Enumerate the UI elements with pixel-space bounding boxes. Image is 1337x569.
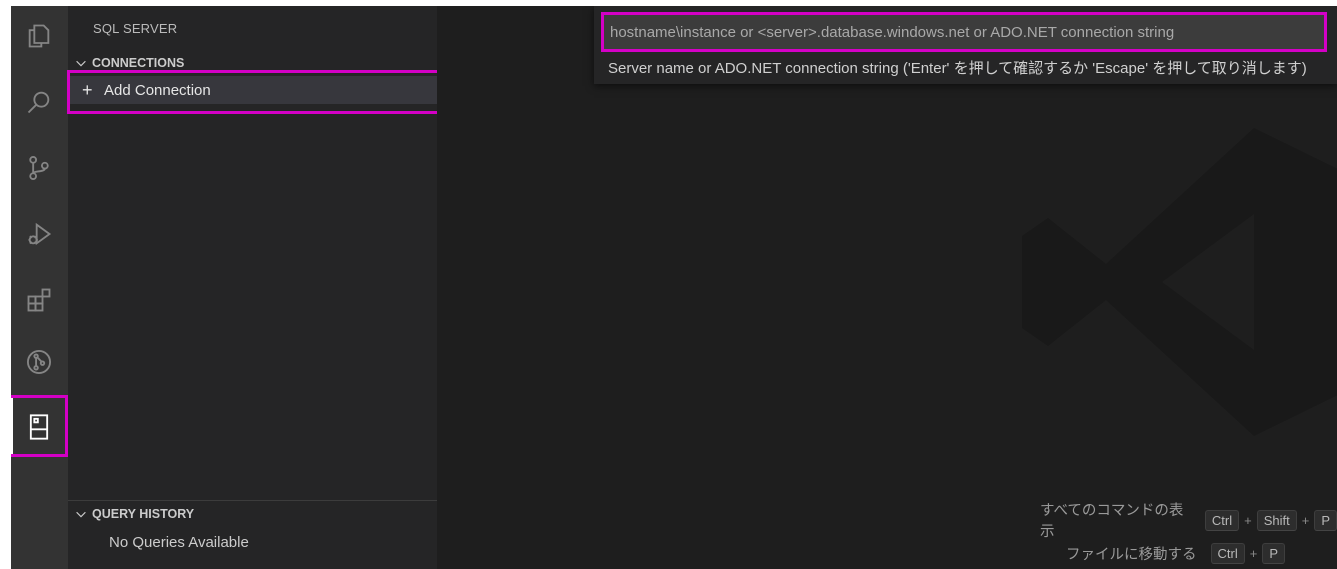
key-shift: Shift: [1256, 509, 1297, 531]
no-queries-message: No Queries Available: [109, 534, 249, 551]
shortcut-show-all-commands: すべてのコマンドの表示 Ctrl + Shift + P: [1040, 499, 1337, 541]
quick-input-widget: Server name or ADO.NET connection string…: [594, 6, 1337, 84]
section-divider: [68, 500, 437, 501]
query-history-header-label: QUERY HISTORY: [92, 507, 195, 521]
run-debug-icon[interactable]: [19, 214, 59, 254]
git-graph-icon[interactable]: [19, 342, 59, 382]
chevron-down-icon: [74, 56, 88, 70]
connections-section-header[interactable]: CONNECTIONS: [74, 56, 184, 70]
key-p: P: [1314, 509, 1337, 531]
vscode-window: SQL SERVER CONNECTIONS + Add Connection …: [11, 6, 1337, 569]
sidebar: SQL SERVER CONNECTIONS + Add Connection …: [67, 6, 443, 569]
search-icon[interactable]: [19, 82, 59, 122]
activity-bar: [11, 6, 68, 569]
vscode-logo-watermark: [1022, 128, 1337, 436]
key-plus: +: [1301, 512, 1310, 528]
add-connection-highlight: [67, 70, 443, 114]
explorer-icon[interactable]: [19, 16, 59, 56]
sql-server-icon-highlight: [11, 395, 68, 457]
chevron-down-icon: [74, 507, 88, 521]
quick-input-message: Server name or ADO.NET connection string…: [608, 60, 1307, 77]
sidebar-title: SQL SERVER: [93, 21, 178, 36]
key-ctrl: Ctrl: [1204, 509, 1240, 531]
shortcut-label: すべてのコマンドの表示: [1040, 503, 1184, 540]
key-ctrl: Ctrl: [1210, 543, 1245, 564]
editor-area: Server name or ADO.NET connection string…: [437, 6, 1337, 569]
connections-header-label: CONNECTIONS: [92, 56, 185, 70]
query-history-section-header[interactable]: QUERY HISTORY: [74, 507, 194, 521]
key-plus: +: [1244, 512, 1252, 528]
shortcut-go-to-file: ファイルに移動する Ctrl + P: [1066, 543, 1285, 564]
key-p: P: [1262, 543, 1285, 564]
screenshot-frame: SQL SERVER CONNECTIONS + Add Connection …: [0, 0, 1337, 569]
source-control-icon[interactable]: [19, 148, 59, 188]
connection-string-input[interactable]: [601, 12, 1327, 52]
shortcut-label: ファイルに移動する: [1066, 547, 1197, 563]
key-plus: +: [1249, 546, 1258, 561]
extensions-icon[interactable]: [19, 280, 59, 320]
